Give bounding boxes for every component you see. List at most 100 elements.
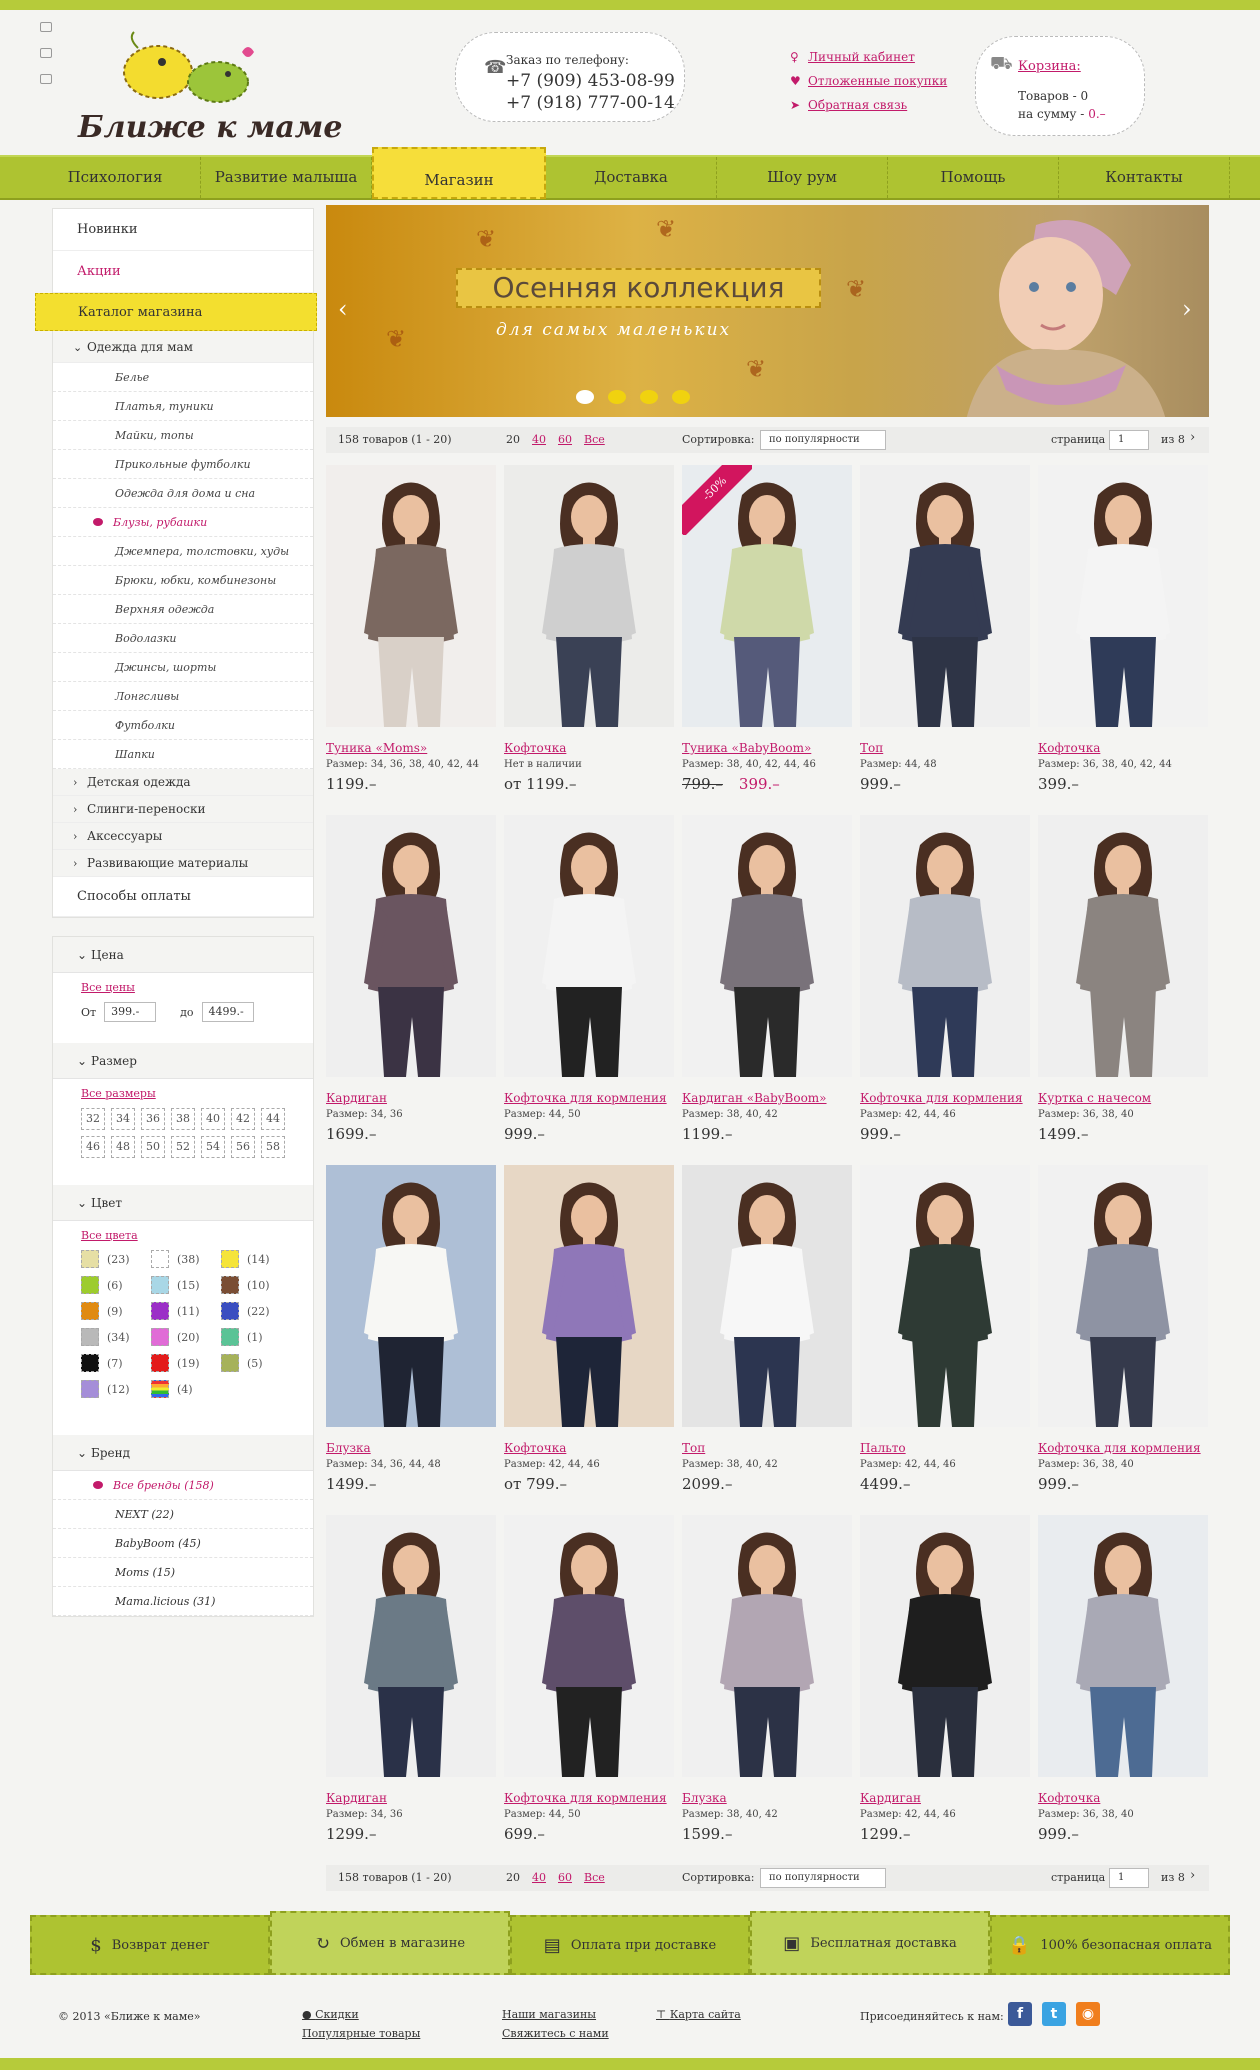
size-option[interactable]: 56 [231,1136,255,1158]
banner-prev-button[interactable]: ‹ [338,295,348,323]
product-photo[interactable] [326,465,496,727]
sidebar-subitem[interactable]: Водолазки [53,624,313,653]
sidebar-group[interactable]: › Слинги-переноски [53,796,313,823]
product-photo[interactable] [504,465,674,727]
size-option[interactable]: 40 [201,1108,225,1130]
product-photo[interactable] [504,1515,674,1777]
sidebar-item-catalog[interactable]: Каталог магазина [35,293,317,331]
sitemap-icon[interactable] [40,74,52,84]
color-option[interactable]: (23) [81,1250,151,1268]
sidebar-item-sales[interactable]: Акции [53,251,313,293]
per-page-option[interactable]: 60 [558,1871,572,1884]
product-card[interactable]: Кардиган «BabyBoom» Размер: 38, 40, 42 119… [682,815,852,1155]
banner-dot[interactable] [672,390,690,404]
cart-box[interactable]: ⛟ Корзина: Товаров - 0 на сумму - 0.– [975,36,1145,136]
brand-option[interactable]: BabyBoom (45) [53,1529,313,1558]
brand-option[interactable]: Mama.licious (31) [53,1587,313,1616]
color-option[interactable]: (7) [81,1354,151,1372]
per-page-option[interactable]: 40 [532,1871,546,1884]
product-name[interactable]: Кофточка [504,741,566,755]
size-option[interactable]: 50 [141,1136,165,1158]
product-name[interactable]: Кардиган [860,1791,921,1805]
product-name[interactable]: Куртка с начесом [1038,1091,1151,1105]
sort-select[interactable]: по популярности [760,1868,886,1888]
nav-item[interactable]: Магазин [372,147,546,199]
color-option[interactable]: (12) [81,1380,151,1398]
sidebar-subitem[interactable]: Майки, топы [53,421,313,450]
sidebar-subitem[interactable]: Белье [53,363,313,392]
mail-icon[interactable] [40,48,52,58]
product-photo[interactable] [1038,1165,1208,1427]
product-photo[interactable] [682,1515,852,1777]
sidebar-subitem[interactable]: Верхняя одежда [53,595,313,624]
sort-select[interactable]: по популярности [760,430,886,450]
color-option[interactable]: (19) [151,1354,221,1372]
color-option[interactable]: (14) [221,1250,291,1268]
banner-dot[interactable] [608,390,626,404]
product-photo[interactable] [504,815,674,1077]
footer-link-stores[interactable]: Наши магазины [502,2008,609,2021]
filter-brand-head[interactable]: ⌄ Бренд [53,1435,313,1471]
filter-size-head[interactable]: ⌄ Размер [53,1043,313,1079]
sidebar-subitem[interactable]: Джинсы, шорты [53,653,313,682]
feedback-link[interactable]: ➤ Обратная связь [790,98,947,112]
product-photo[interactable] [1038,815,1208,1077]
product-name[interactable]: Топ [682,1441,705,1455]
page-select[interactable]: 1 [1109,1868,1149,1888]
nav-item[interactable]: Доставка [546,157,717,198]
next-page-icon[interactable]: › [1190,430,1195,445]
product-name[interactable]: Туника «Moms» [326,741,427,755]
product-card[interactable]: Кардиган Размер: 42, 44, 46 1299.– [860,1515,1030,1855]
product-card[interactable]: Топ Размер: 44, 48 999.– [860,465,1030,805]
sidebar-group[interactable]: › Развивающие материалы [53,850,313,877]
sidebar-subitem[interactable]: Футболки [53,711,313,740]
feature-exchange[interactable]: ↻ Обмен в магазине [270,1911,510,1975]
product-card[interactable]: -50% Туника «BabyBoom» Размер: 38, 40, 42,… [682,465,852,805]
feature-cod[interactable]: ▤ Оплата при доставке [510,1915,750,1975]
product-card[interactable]: Кардиган Размер: 34, 36 1699.– [326,815,496,1155]
twitter-icon[interactable]: t [1042,2002,1066,2026]
rss-icon[interactable]: ◉ [1076,2002,1100,2026]
per-page-option[interactable]: 20 [506,433,520,446]
footer-link-discounts[interactable]: ● Скидки [302,2008,420,2021]
size-option[interactable]: 36 [141,1108,165,1130]
product-photo[interactable] [504,1165,674,1427]
feature-secure-payment[interactable]: 🔒 100% безопасная оплата [990,1915,1230,1975]
product-card[interactable]: Кофточка для кормления Размер: 36, 38, 40… [1038,1165,1208,1505]
wishlist-link[interactable]: ♥ Отложенные покупки [790,74,947,88]
sidebar-subitem[interactable]: Шапки [53,740,313,769]
sidebar-group-moms[interactable]: ⌄ Одежда для мам [53,331,313,363]
color-option[interactable]: (1) [221,1328,291,1346]
footer-sitemap[interactable]: ⊤ Карта сайта [656,2008,741,2027]
feature-free-delivery[interactable]: ▣ Бесплатная доставка [750,1911,990,1975]
footer-link-contact[interactable]: Свяжитесь с нами [502,2027,609,2040]
product-photo[interactable] [682,1165,852,1427]
product-photo[interactable] [860,1515,1030,1777]
product-photo[interactable] [860,1165,1030,1427]
product-name[interactable]: Кофточка для кормления [504,1791,667,1805]
color-option[interactable]: (38) [151,1250,221,1268]
banner-dot[interactable] [640,390,658,404]
color-option[interactable]: (4) [151,1380,221,1398]
size-option[interactable]: 38 [171,1108,195,1130]
product-card[interactable]: Кофточка Нет в наличии от 1199.– [504,465,674,805]
product-card[interactable]: Топ Размер: 38, 40, 42 2099.– [682,1165,852,1505]
brand-option[interactable]: NEXT (22) [53,1500,313,1529]
per-page-option[interactable]: Все [584,1871,605,1884]
footer-link-popular[interactable]: Популярные товары [302,2027,420,2040]
product-card[interactable]: Куртка с начесом Размер: 36, 38, 40 1499.– [1038,815,1208,1155]
sidebar-item-payment[interactable]: Способы оплаты [53,877,313,917]
promo-banner[interactable]: ❦ ❦ ❦ ❦ ❦ Осенняя коллекция для самых ма… [326,205,1209,417]
nav-item[interactable]: Контакты [1059,157,1230,198]
product-name[interactable]: Пальто [860,1441,906,1455]
color-option[interactable]: (22) [221,1302,291,1320]
product-name[interactable]: Кофточка [1038,741,1100,755]
product-photo[interactable] [1038,465,1208,727]
product-card[interactable]: Кофточка для кормления Размер: 44, 50 699.… [504,1515,674,1855]
nav-item[interactable]: Шоу рум [717,157,888,198]
all-colors-link[interactable]: Все цвета [81,1229,285,1242]
size-option[interactable]: 34 [111,1108,135,1130]
product-name[interactable]: Кофточка для кормления [504,1091,667,1105]
facebook-icon[interactable]: f [1008,2002,1032,2026]
product-card[interactable]: Кофточка Размер: 36, 38, 40 999.– [1038,1515,1208,1855]
